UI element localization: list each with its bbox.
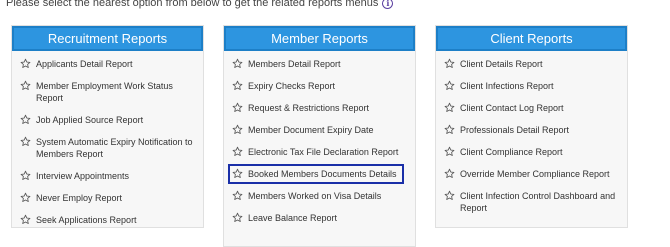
report-link-professionals-detail[interactable]: Professionals Detail Report [444, 124, 621, 136]
star-icon[interactable] [20, 136, 31, 147]
recruitment-reports-header: Recruitment Reports [12, 26, 203, 51]
report-link-leave-balance[interactable]: Leave Balance Report [232, 212, 409, 224]
report-link-label: Request & Restrictions Report [248, 103, 370, 113]
report-link-members-worked-on-visa[interactable]: Members Worked on Visa Details [232, 190, 409, 202]
report-link-client-infection-control-dashboard[interactable]: Client Infection Control Dashboard and R… [444, 190, 621, 214]
report-link-client-compliance[interactable]: Client Compliance Report [444, 146, 621, 158]
report-link-label: Client Infections Report [460, 81, 554, 91]
report-link-member-document-expiry-date[interactable]: Member Document Expiry Date [232, 124, 409, 136]
report-link-label: Electronic Tax File Declaration Report [248, 147, 399, 157]
star-icon[interactable] [232, 190, 243, 201]
recruitment-reports-list: Applicants Detail Report Member Employme… [12, 51, 203, 242]
star-icon[interactable] [232, 124, 243, 135]
star-icon[interactable] [444, 58, 455, 69]
member-reports-header: Member Reports [224, 26, 415, 51]
star-icon[interactable] [20, 80, 31, 91]
report-link-interview-appointments[interactable]: Interview Appointments [20, 170, 197, 182]
star-icon[interactable] [20, 192, 31, 203]
client-reports-header: Client Reports [436, 26, 627, 51]
report-link-expiry-checks[interactable]: Expiry Checks Report [232, 80, 409, 92]
report-link-label: Job Applied Source Report [36, 115, 144, 125]
report-link-client-details[interactable]: Client Details Report [444, 58, 621, 70]
report-link-request-restrictions[interactable]: Request & Restrictions Report [232, 102, 409, 114]
report-link-never-employ[interactable]: Never Employ Report [20, 192, 197, 204]
client-reports-card: Client Reports Client Details Report Cli… [435, 25, 628, 228]
report-link-label: Members Detail Report [248, 59, 341, 69]
report-link-label: Professionals Detail Report [460, 125, 570, 135]
report-link-label: Client Compliance Report [460, 147, 563, 157]
star-icon[interactable] [444, 168, 455, 179]
star-icon[interactable] [232, 58, 243, 69]
report-link-label: System Automatic Expiry Notification to … [36, 137, 193, 159]
info-icon[interactable]: i [382, 0, 394, 9]
star-icon[interactable] [444, 102, 455, 113]
member-reports-list: Members Detail Report Expiry Checks Repo… [224, 51, 415, 240]
report-link-label: Members Worked on Visa Details [248, 191, 382, 201]
report-link-label: Never Employ Report [36, 193, 123, 203]
star-icon[interactable] [20, 114, 31, 125]
report-link-label: Interview Appointments [36, 171, 130, 181]
report-link-label: Booked Members Documents Details [248, 169, 397, 179]
star-icon[interactable] [444, 124, 455, 135]
recruitment-reports-card: Recruitment Reports Applicants Detail Re… [11, 25, 204, 228]
report-link-job-applied-source[interactable]: Job Applied Source Report [20, 114, 197, 126]
report-link-label: Member Employment Work Status Report [36, 81, 173, 103]
star-icon[interactable] [20, 58, 31, 69]
report-link-members-detail[interactable]: Members Detail Report [232, 58, 409, 70]
report-link-label: Member Document Expiry Date [248, 125, 374, 135]
report-link-label: Expiry Checks Report [248, 81, 336, 91]
star-icon[interactable] [232, 102, 243, 113]
star-icon[interactable] [232, 212, 243, 223]
report-link-label: Applicants Detail Report [36, 59, 133, 69]
client-reports-list: Client Details Report Client Infections … [436, 51, 627, 230]
report-link-override-member-compliance[interactable]: Override Member Compliance Report [444, 168, 621, 180]
member-reports-card: Member Reports Members Detail Report Exp… [223, 25, 416, 247]
report-link-label: Seek Applications Report [36, 215, 137, 225]
star-icon[interactable] [20, 170, 31, 181]
star-icon[interactable] [232, 146, 243, 157]
report-link-client-infections[interactable]: Client Infections Report [444, 80, 621, 92]
star-icon[interactable] [444, 146, 455, 157]
report-link-seek-applications[interactable]: Seek Applications Report [20, 214, 197, 226]
report-link-label: Client Contact Log Report [460, 103, 564, 113]
report-link-electronic-tax-file-declaration[interactable]: Electronic Tax File Declaration Report [232, 146, 409, 158]
star-icon[interactable] [232, 80, 243, 91]
report-link-label: Leave Balance Report [248, 213, 338, 223]
star-icon[interactable] [20, 214, 31, 225]
star-icon[interactable] [444, 80, 455, 91]
star-icon[interactable] [444, 190, 455, 201]
report-link-booked-members-documents-details[interactable]: Booked Members Documents Details [228, 164, 404, 184]
intro-text: Please select the nearest option from be… [6, 0, 379, 9]
report-link-client-contact-log[interactable]: Client Contact Log Report [444, 102, 621, 114]
report-link-label: Client Infection Control Dashboard and R… [460, 191, 616, 213]
report-link-system-automatic-expiry[interactable]: System Automatic Expiry Notification to … [20, 136, 197, 160]
report-link-label: Override Member Compliance Report [460, 169, 610, 179]
report-link-member-employment-work-status[interactable]: Member Employment Work Status Report [20, 80, 197, 104]
report-link-label: Client Details Report [460, 59, 543, 69]
intro-text-row: Please select the nearest option from be… [6, 0, 394, 9]
star-icon[interactable] [232, 168, 243, 179]
report-link-applicants-detail[interactable]: Applicants Detail Report [20, 58, 197, 70]
